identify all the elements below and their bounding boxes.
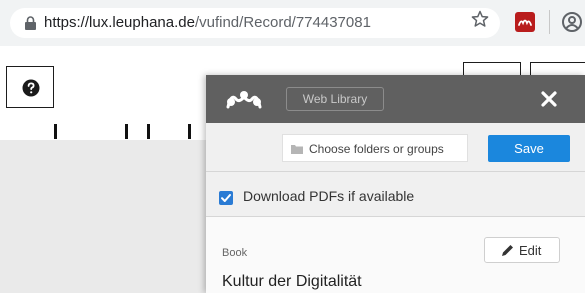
download-pdfs-label[interactable]: Download PDFs if available (243, 188, 414, 204)
lock-icon (25, 16, 36, 30)
tick (147, 124, 150, 139)
mendeley-extension-icon[interactable] (515, 12, 535, 32)
popup-header: Web Library (206, 75, 585, 123)
question-circle-icon (22, 79, 40, 97)
popup-body: Choose folders or groups Save Download P… (206, 123, 585, 293)
toolbar-separator-ticks (0, 124, 210, 140)
address-bar[interactable]: https://lux.leuphana.de/vufind/Record/77… (10, 8, 500, 38)
toolbar-divider (549, 10, 550, 34)
star-icon[interactable] (471, 10, 489, 28)
mendeley-logo-icon (226, 91, 262, 109)
content-placeholder (0, 140, 210, 293)
save-button[interactable]: Save (488, 135, 570, 162)
pencil-icon (502, 245, 513, 256)
url-path: /vufind/Record/774437081 (194, 14, 371, 31)
url-host: https://lux.leuphana.de (44, 14, 195, 31)
web-library-button[interactable]: Web Library (286, 87, 384, 111)
tick (54, 124, 57, 139)
url-text[interactable]: https://lux.leuphana.de/vufind/Record/77… (44, 15, 371, 31)
folder-select[interactable]: Choose folders or groups (282, 134, 468, 162)
download-pdfs-checkbox[interactable] (219, 191, 233, 205)
edit-label: Edit (519, 243, 542, 258)
folder-icon (291, 145, 303, 154)
edit-button[interactable]: Edit (484, 237, 560, 263)
tick (125, 124, 128, 139)
item-type: Book (222, 247, 248, 259)
close-icon[interactable] (540, 90, 558, 108)
help-button[interactable] (6, 66, 54, 108)
mendeley-importer-popup: Web Library Choose folders or groups Sav… (206, 75, 585, 293)
reference-card: Book Edit Kultur der Digitalität (206, 217, 585, 293)
browser-toolbar: https://lux.leuphana.de/vufind/Record/77… (0, 0, 585, 46)
checkmark-icon (221, 194, 231, 202)
profile-icon[interactable] (561, 11, 583, 33)
tick (188, 124, 191, 139)
divider (206, 171, 585, 172)
folder-placeholder: Choose folders or groups (309, 142, 444, 156)
item-title: Kultur der Digitalität (222, 273, 362, 290)
